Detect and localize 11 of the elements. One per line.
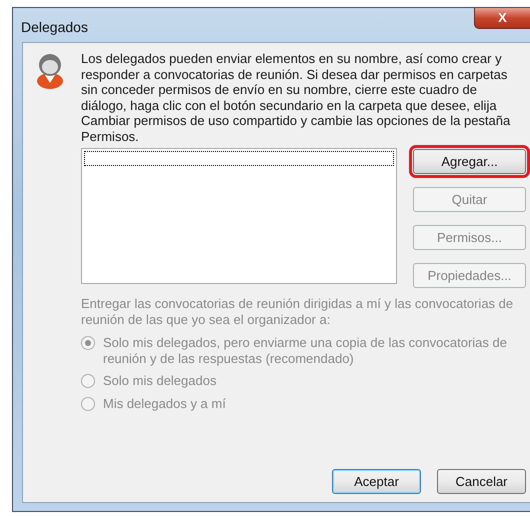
window-title: Delegados [21,18,88,37]
option-label: Solo mis delegados [103,373,216,388]
close-button[interactable]: X [474,8,530,29]
description-text: Los delegados pueden enviar elementos en su nombre, así como crear y responder a convocatorias de reunión. Si desea dar permisos en carpetas sin conceder permisos de envío en su nombre, cierre este cuadro de diálogo, haga clic con el botón secundario en la carpeta que desee, elija Cambiar permisos de uso compartido y cambie las opciones de la pestaña Permisos. [81,51,512,144]
delivery-label: Entregar las convocatorias de reunión dirigidas a mí y las convocatorias de reunión de las que yo sea el organizador a: [81,296,514,327]
dialog-button[interactable]: Cancelar [437,469,526,494]
option-label: Mis delegados y a mí [103,396,226,411]
option-label: Solo mis delegados, pero enviarme una copia de las convocatorias de reunión y de las respuestas (recomendado) [103,335,508,366]
dialog-button[interactable]: Aceptar [332,469,421,494]
delegates-list[interactable] [81,148,397,284]
user-icon [35,53,65,91]
